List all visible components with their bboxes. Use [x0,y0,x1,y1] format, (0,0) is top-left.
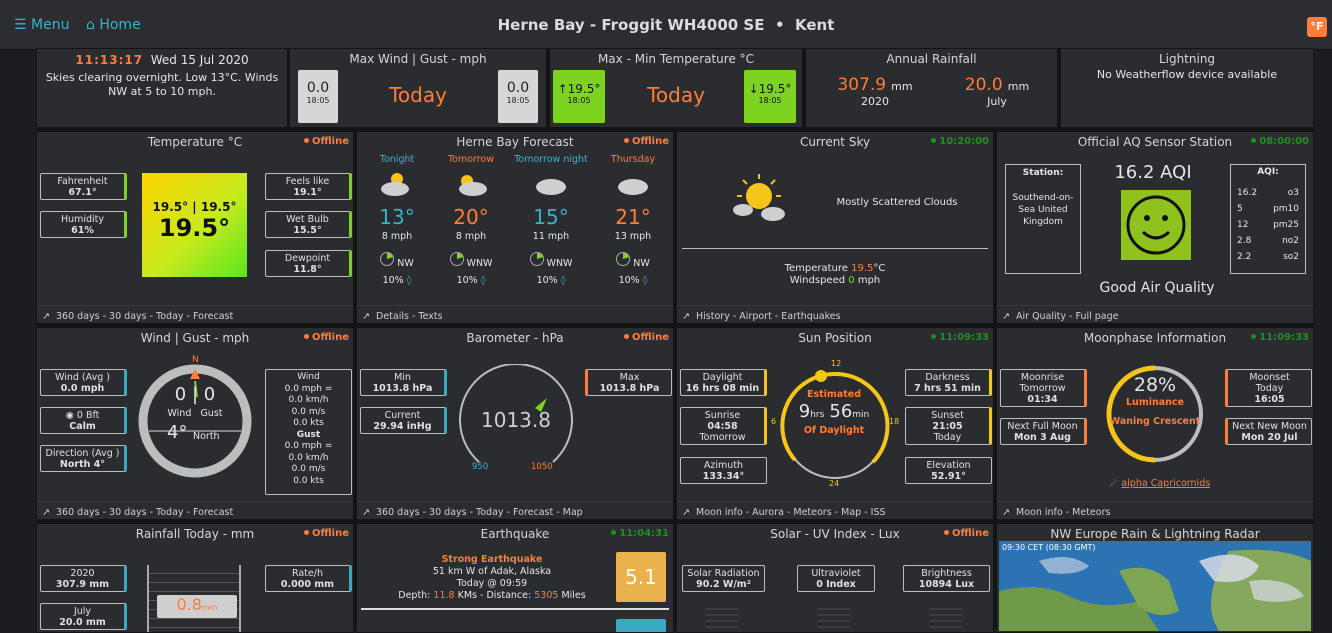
status-badge: Offline [304,136,349,147]
status-badge: Offline [944,528,989,539]
solar-uv-panel: Solar - UV Index - Lux Offline Solar Rad… [676,523,994,633]
site-title: Herne Bay - Froggit WH4000 SE • Kent [497,16,835,34]
external-link-icon: ↗ [1002,507,1010,518]
station-box: Station: Southend-on-Sea United Kingdom [1005,164,1081,274]
status-badge: Offline [624,332,669,343]
temp-footer-links[interactable]: ↗ 360 days - 30 days - Today - Forecast [37,305,353,323]
status-badge: Offline [624,136,669,147]
wind-panel: Wind | Gust - mph Offline Wind (Avg ) 0.0… [36,327,354,520]
sun-footer-links[interactable]: ↗ Moon info - Aurora - Meteors - Map - I… [677,501,993,519]
rain-drop-icon: ◊ [406,275,412,286]
max-gust-box: 0.0 18:05 [498,70,538,123]
status-badge: 10:20:00 [931,136,989,147]
external-link-icon: ↗ [682,311,690,322]
moon-footer-links[interactable]: ↗ Moon info - Meteors [997,501,1313,519]
meteor-shower-link[interactable]: ☄ alpha Capricornids [1105,478,1215,489]
status-badge: 08:00:00 [1251,136,1309,147]
month-rainfall: 20.0 mm July [964,75,1030,108]
wind-direction-icon [449,252,464,266]
wind-direction-icon [529,252,544,266]
status-badge: 11:09:33 [1251,332,1309,343]
top-bar: ☰ Menu ⌂ Home Herne Bay - Froggit WH4000… [0,0,1332,50]
unit-toggle-button[interactable]: °F [1307,17,1327,37]
sky-readings: Temperature 19.5°C Windspeed 0 mph [784,263,886,286]
forecast-panel: Herne Bay Forecast Offline Tonight 13° 8… [356,131,674,324]
status-panel: 11:13:17 Wed 15 Jul 2020 Skies clearing … [36,48,288,128]
forecast-day: Tomorrow 20° 8 mph WNW 10% ◊ [447,154,495,286]
radar-map[interactable]: 09:30 CET (08:30 GMT) [999,541,1311,631]
cloudy-icon [536,179,566,195]
radar-panel: NW Europe Rain & Lightning Radar 09:30 C… [996,523,1314,633]
partly-cloudy-night-icon [381,173,409,196]
rain-drop-icon: ◊ [480,275,486,286]
external-link-icon: ↗ [42,311,50,322]
wind-footer-links[interactable]: ↗ 360 days - 30 days - Today - Forecast [37,501,353,519]
clock: 11:13:17 [75,53,144,67]
annual-rainfall-panel: Annual Rainfall 307.9 mm 2020 20.0 mm Ju… [805,48,1058,128]
max-wind-panel: Max Wind | Gust - mph 0.0 18:05 Today 0.0… [289,48,547,128]
meteor-icon: ☄ [1109,478,1119,489]
external-link-icon: ↗ [362,507,370,518]
status-badge: 11:04:31 [611,528,669,539]
cloudy-icon [618,179,648,195]
barometer-panel: Barometer - hPa Offline Min 1013.8 hPa Cu… [356,327,674,520]
external-link-icon: ↗ [1002,311,1010,322]
pollutant-box: AQI: 16.2 o3 5 pm10 12 pm25 2.8 no2 2.2 so2 [1230,164,1306,274]
rain-gauge: 0.8mm [147,565,241,632]
wind-conversion-box: Wind 0.0 mph = 0.0 km/h 0.0 m/s 0.0 kts Gust… [265,369,352,495]
air-quality-panel: Official AQ Sensor Station 08:00:00 Stat… [996,131,1314,324]
moonphase-panel: Moonphase Information 11:09:33 Moonrise T… [996,327,1314,520]
scattered-clouds-icon [733,174,785,221]
external-link-icon: ↗ [682,507,690,518]
smiley-face-icon [1121,190,1191,260]
external-link-icon: ↗ [362,311,370,322]
aq-footer-links[interactable]: ↗ Air Quality - Full page [997,305,1313,323]
sky-footer-links[interactable]: ↗ History - Airport - Earthquakes [677,305,993,323]
current-sky-panel: Current Sky 10:20:00 Mostly Scattered Cl… [676,131,994,324]
date: Wed 15 Jul 2020 [150,53,249,67]
lightning-panel: Lightning No Weatherflow device availabl… [1060,48,1314,128]
magnitude-badge: 5.1 [616,552,666,602]
rain-drop-icon: ◊ [560,275,566,286]
year-rainfall: 307.9 mm 2020 [837,75,913,108]
forecast-day: Tomorrow night 15° 11 mph WNW 10% ◊ [514,154,588,286]
forecast-summary: Skies clearing overnight. Low 13°C. Wind… [45,71,279,98]
wind-direction-icon [616,252,631,266]
earthquake-panel: Earthquake 11:04:31 Strong Earthquake 51… [356,523,674,633]
max-min-temp-panel: Max - Min Temperature °C ↑19.5° 18:05 Tod… [549,48,803,128]
partly-cloudy-icon [459,175,487,196]
external-link-icon: ↗ [42,507,50,518]
status-badge: 11:09:33 [931,332,989,343]
forecast-day: Tonight 13° 8 mph NW 10% ◊ [357,154,437,286]
forecast-day: Thursday 21° 13 mph NW 10% ◊ [610,154,656,286]
forecast-footer-links[interactable]: ↗ Details - Texts [357,305,673,323]
rain-drop-icon: ◊ [642,275,648,286]
status-badge: Offline [304,332,349,343]
dashboard: 11:13:17 Wed 15 Jul 2020 Skies clearing … [36,48,1314,633]
wind-direction-icon [380,252,395,266]
sun-position-panel: Sun Position 11:09:33 Daylight 16 hrs 08 … [676,327,994,520]
status-badge: Offline [304,528,349,539]
baro-footer-links[interactable]: ↗ 360 days - 30 days - Today - Forecast … [357,501,673,519]
min-temp-box: ↓19.5° 18:05 [744,70,796,123]
earthquake-details: Strong Earthquake 51 km W of Adak, Alask… [398,554,586,601]
rainfall-panel: Rainfall Today - mm Offline 2020 307.9 mm… [36,523,354,633]
current-temp-gauge: 19.5° | 19.5° 19.5° [142,173,247,277]
temperature-panel: Temperature °C Offline Fahrenheit 67.1° H… [36,131,354,324]
